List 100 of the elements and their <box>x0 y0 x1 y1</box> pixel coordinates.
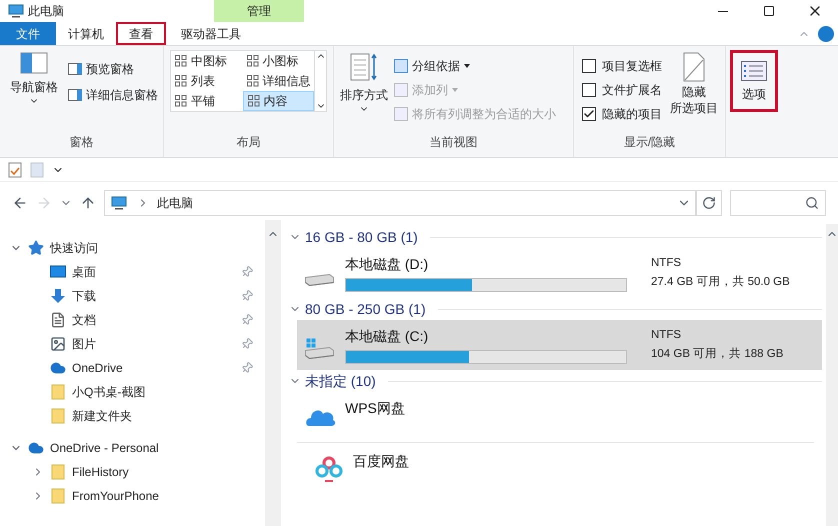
sidebar-label: 下载 <box>72 288 96 305</box>
group-header[interactable]: 16 GB - 80 GB (1) <box>305 226 418 248</box>
properties-icon[interactable] <box>8 162 22 178</box>
hidden-file-icon <box>683 52 705 82</box>
layout-icon <box>175 55 187 67</box>
sidebar-label: 快速访问 <box>50 240 98 257</box>
layout-icon <box>248 95 260 107</box>
desktop-icon <box>50 264 66 280</box>
drive-icon <box>305 274 334 286</box>
layout-icon <box>175 95 187 107</box>
scrollbar[interactable] <box>265 220 281 526</box>
sidebar-label: OneDrive - Personal <box>50 440 159 457</box>
back-icon[interactable] <box>12 195 28 211</box>
search-icon <box>805 196 819 210</box>
layout-icon <box>246 55 259 67</box>
system-drive-icon <box>305 338 334 359</box>
ribbon-tab[interactable]: 驱动器工具 <box>166 22 256 45</box>
options-icon <box>741 61 767 81</box>
layout-option[interactable]: 列表 <box>171 71 243 91</box>
layout-option[interactable]: 平铺 <box>171 91 243 111</box>
ribbon-tab[interactable]: 文件 <box>0 22 56 45</box>
pane-button[interactable]: 详细信息窗格 <box>68 86 158 104</box>
ribbon-tab[interactable]: 计算机 <box>56 22 116 45</box>
sidebar-item[interactable]: OneDrive - Personal <box>0 436 265 460</box>
sidebar-label: FromYourPhone <box>72 488 159 505</box>
checkbox-option[interactable]: 文件扩展名 <box>582 80 662 100</box>
sidebar-label: 小Q书桌-截图 <box>72 384 146 401</box>
pane-layout-icon <box>20 52 48 74</box>
sidebar-label: 桌面 <box>72 264 96 281</box>
sidebar-item[interactable]: OneDrive <box>0 356 265 380</box>
app-tile[interactable]: 百度网盘 <box>297 442 814 492</box>
checkbox-option[interactable]: 隐藏的项目 <box>582 104 662 124</box>
layout-option[interactable]: 详细信息 <box>242 71 314 91</box>
sidebar-item[interactable]: 小Q书桌-截图 <box>0 380 265 404</box>
maximize-icon <box>763 5 775 17</box>
drive-tile[interactable]: 本地磁盘 (D:) NTFS 27.4 GB 可用，共 50.0 GB <box>297 248 822 298</box>
group-label: 布局 <box>236 134 262 151</box>
sidebar-item[interactable]: 桌面 <box>0 260 265 284</box>
layout-option[interactable]: 中图标 <box>171 51 243 71</box>
checkbox[interactable] <box>582 83 596 97</box>
folder-icon <box>50 488 66 504</box>
drive-tile[interactable]: 本地磁盘 (C:) NTFS 104 GB 可用，共 188 GB <box>297 320 822 370</box>
navigation-pane-button[interactable]: 导航窗格 <box>4 52 64 133</box>
sidebar-item[interactable]: 文档 <box>0 308 265 332</box>
address-text: 此电脑 <box>157 195 193 212</box>
hide-selected-button[interactable]: 隐藏 所选项目 <box>670 52 718 133</box>
pane-button[interactable]: 预览窗格 <box>68 60 158 78</box>
sidebar-label: 新建文件夹 <box>72 408 132 425</box>
folder-icon <box>50 408 66 424</box>
refresh-button[interactable] <box>696 190 722 216</box>
file-system-label: NTFS <box>651 328 682 343</box>
space-label: 104 GB 可用，共 188 GB <box>651 346 784 362</box>
address-field[interactable]: 此电脑 <box>104 190 696 216</box>
drive-name: 本地磁盘 (D:) <box>345 255 430 274</box>
sort-icon <box>349 52 379 82</box>
column-icon <box>394 83 408 97</box>
sidebar-label: OneDrive <box>72 360 123 377</box>
document-icon <box>50 312 66 328</box>
download-icon <box>50 288 66 304</box>
refresh-icon <box>702 196 716 210</box>
view-command[interactable]: 分组依据 <box>394 56 556 76</box>
space-label: 27.4 GB 可用，共 50.0 GB <box>651 274 790 290</box>
group-label: 当前视图 <box>428 134 478 151</box>
layout-option[interactable]: 小图标 <box>242 51 314 71</box>
drive-name: 本地磁盘 (C:) <box>345 327 430 346</box>
sidebar-item[interactable]: 下载 <box>0 284 265 308</box>
group-label: 显示/隐藏 <box>622 134 676 151</box>
search-field[interactable] <box>730 190 826 216</box>
caret-icon <box>464 64 470 68</box>
sidebar-item[interactable]: 图片 <box>0 332 265 356</box>
scrollbar[interactable] <box>826 224 838 526</box>
sidebar-item[interactable]: 新建文件夹 <box>0 404 265 428</box>
checkbox[interactable] <box>582 107 596 121</box>
sort-button[interactable]: 排序方式 <box>338 52 390 133</box>
pane-icon <box>68 63 82 75</box>
folder-icon <box>50 464 66 480</box>
ribbon-tab[interactable]: 查看 <box>116 22 166 45</box>
app-tile[interactable]: WPS网盘 <box>289 392 822 442</box>
group-header[interactable]: 未指定 (10) <box>305 370 376 392</box>
minimize-icon <box>718 10 728 12</box>
up-icon[interactable] <box>80 195 96 211</box>
sidebar-item[interactable]: 快速访问 <box>0 236 265 260</box>
checkbox-option[interactable]: 项目复选框 <box>582 56 662 76</box>
layout-option[interactable]: 内容 <box>242 91 314 111</box>
app-name: WPS网盘 <box>345 399 405 418</box>
checkbox[interactable] <box>582 59 596 73</box>
sidebar-item[interactable]: FileHistory <box>0 460 265 484</box>
caret-icon <box>452 88 458 92</box>
monitor-icon <box>109 195 129 211</box>
sidebar-item[interactable]: FromYourPhone <box>0 484 265 508</box>
options-button[interactable]: 选项 <box>730 50 778 112</box>
picture-icon <box>50 336 66 352</box>
pane-icon <box>68 89 82 101</box>
layout-icon <box>175 75 187 87</box>
sidebar-label: FileHistory <box>72 464 129 481</box>
monitor-icon <box>8 3 24 19</box>
sidebar-label: 文档 <box>72 312 96 329</box>
group-header[interactable]: 80 GB - 250 GB (1) <box>305 298 426 320</box>
window-title: 此电脑 <box>28 3 64 20</box>
file-system-label: NTFS <box>651 256 682 271</box>
